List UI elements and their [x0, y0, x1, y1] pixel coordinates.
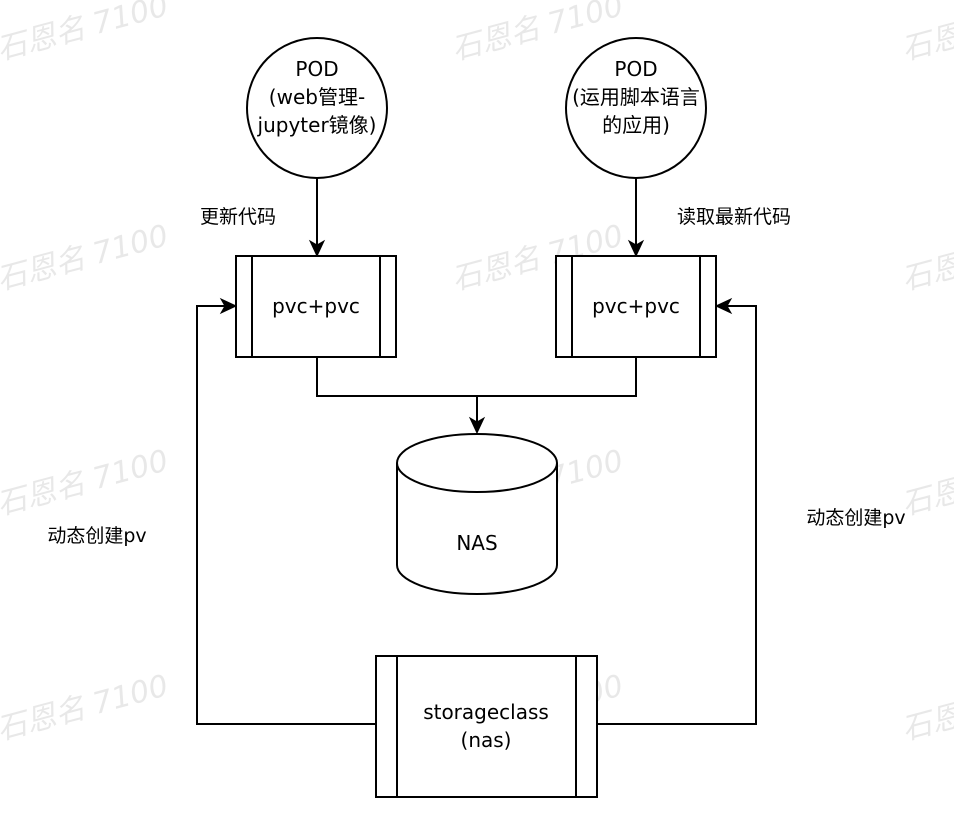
- diagram-svg: 石恩名 7100 石恩名 7100 石恩 石恩名 7100 石恩名 7100 石…: [0, 0, 954, 798]
- pod-left-line-3: jupyter镜像): [257, 113, 377, 137]
- pod-right-line-3: 的应用): [602, 113, 670, 137]
- pod-left-line-2: (web管理-: [269, 85, 365, 109]
- pod-right-line-2: (运用脚本语言: [572, 85, 700, 109]
- pvc-node-right[interactable]: pvc+pvc: [555, 255, 717, 358]
- edge-pvc-right-to-nas: [477, 357, 637, 397]
- pod-left-line-1: POD: [295, 57, 338, 81]
- watermark: 石恩: [898, 248, 954, 298]
- pod-node-right[interactable]: POD (运用脚本语言 的应用): [565, 37, 707, 179]
- pod-node-left[interactable]: POD (web管理- jupyter镜像): [246, 37, 388, 179]
- watermark: 石恩名 7100: [0, 0, 172, 68]
- pod-right-line-1: POD: [614, 57, 657, 81]
- nas-cylinder-body: [396, 433, 558, 595]
- watermark-layer: 石恩名 7100 石恩名 7100 石恩 石恩名 7100 石恩名 7100 石…: [0, 0, 954, 748]
- storageclass-box: [375, 655, 598, 798]
- watermark: 石恩: [898, 698, 954, 748]
- watermark: 石恩名 7100: [0, 218, 172, 297]
- edge-label-update-code: 更新代码: [200, 206, 276, 228]
- nas-node[interactable]: NAS: [396, 433, 558, 595]
- pvc-right-label: pvc+pvc: [592, 294, 680, 318]
- pvc-node-left[interactable]: pvc+pvc: [235, 255, 397, 358]
- nas-label: NAS: [456, 531, 497, 555]
- watermark: 石恩名 7100: [0, 443, 172, 522]
- storageclass-node[interactable]: storageclass (nas): [375, 655, 598, 798]
- watermark: 石恩: [898, 18, 954, 68]
- storageclass-line-2: (nas): [461, 728, 512, 752]
- pvc-left-label: pvc+pvc: [272, 294, 360, 318]
- storageclass-line-1: storageclass: [423, 700, 549, 724]
- edge-label-dynamic-pv-left: 动态创建pv: [47, 525, 146, 547]
- edge-pvc-left-to-nas: [316, 357, 478, 425]
- edge-label-read-latest-code: 读取最新代码: [677, 206, 791, 228]
- watermark: 石恩: [898, 473, 954, 523]
- watermark: 石恩名 7100: [0, 668, 172, 747]
- edge-storageclass-to-pvc-right: [597, 305, 757, 725]
- diagram-canvas: 石恩名 7100 石恩名 7100 石恩 石恩名 7100 石恩名 7100 石…: [0, 0, 954, 814]
- edge-label-dynamic-pv-right: 动态创建pv: [806, 507, 905, 529]
- edge-storageclass-to-pvc-left: [196, 305, 376, 725]
